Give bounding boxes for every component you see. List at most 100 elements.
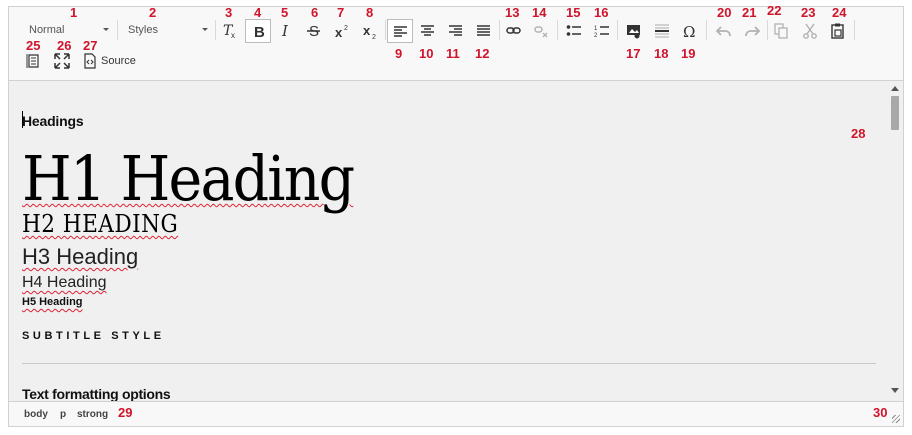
subscript-button[interactable]: x2 <box>357 19 383 43</box>
styles-dropdown-value: Styles <box>128 24 158 36</box>
editor-toolbar: Normal Styles Tx B I S x2 x 2 1 2 Ω Sour… <box>9 3 903 81</box>
marker-label: 12 <box>475 46 490 61</box>
svg-text:x: x <box>231 31 235 39</box>
marker-label: 14 <box>532 5 547 20</box>
section-heading: Headings <box>22 113 84 129</box>
marker-label: 11 <box>446 46 460 61</box>
marker-label: 19 <box>681 46 696 61</box>
strikethrough-button[interactable]: S <box>301 19 327 43</box>
justify-button[interactable] <box>471 19 497 43</box>
copy-button[interactable] <box>769 19 795 43</box>
path-item-strong[interactable]: strong <box>77 409 108 420</box>
scroll-up-icon[interactable] <box>891 86 899 91</box>
svg-text:2: 2 <box>344 25 348 32</box>
superscript-icon: x2 <box>335 25 348 39</box>
h1-heading-text: H1 Heading <box>22 142 355 215</box>
marker-label: 27 <box>83 38 98 53</box>
cut-button[interactable] <box>797 19 823 43</box>
resize-handle-icon[interactable] <box>892 415 900 423</box>
text-formatting-heading: Text formatting options <box>22 386 171 401</box>
show-blocks-icon <box>26 54 39 68</box>
justify-icon <box>477 25 490 36</box>
marker-label: 15 <box>566 5 581 20</box>
marker-label: 23 <box>801 5 816 20</box>
marker-label: 2 <box>149 5 157 20</box>
editor-content[interactable]: Headings H1 Heading H2 HEADING H3 Headin… <box>9 82 903 401</box>
marker-label: 29 <box>118 405 133 420</box>
marker-label: 24 <box>832 5 847 20</box>
unlink-button[interactable] <box>529 19 555 43</box>
strikethrough-icon: S <box>307 23 320 39</box>
svg-text:I: I <box>281 23 289 39</box>
align-right-button[interactable] <box>443 19 469 43</box>
svg-text:B: B <box>254 24 265 40</box>
redo-button[interactable] <box>739 19 765 43</box>
align-right-icon <box>449 25 462 36</box>
marker-label: 3 <box>225 5 233 20</box>
bold-button[interactable]: B <box>245 19 271 43</box>
marker-label: 13 <box>505 5 520 20</box>
remove-format-button[interactable]: Tx <box>217 19 243 43</box>
italic-button[interactable]: I <box>273 19 299 43</box>
subscript-icon: x2 <box>363 23 376 39</box>
chevron-down-icon <box>103 28 109 31</box>
superscript-button[interactable]: x2 <box>329 19 355 43</box>
unlink-icon <box>534 26 548 38</box>
image-icon <box>627 25 640 39</box>
horizontal-divider <box>22 363 876 364</box>
paste-button[interactable] <box>825 19 851 43</box>
align-center-button[interactable] <box>415 19 441 43</box>
toolbar-separator <box>117 20 118 40</box>
marker-label: 8 <box>366 5 374 20</box>
path-item-body[interactable]: body <box>24 409 48 420</box>
h4-heading: H4 Heading <box>22 274 107 292</box>
toolbar-separator <box>854 20 855 40</box>
horizontal-line-button[interactable] <box>649 19 675 43</box>
h3-heading-text: H3 Heading <box>22 244 139 269</box>
marker-label: 20 <box>717 5 732 20</box>
marker-label: 21 <box>742 5 757 20</box>
bulleted-list-icon <box>566 25 581 36</box>
h3-heading: H3 Heading <box>22 244 138 270</box>
vertical-scrollbar[interactable] <box>887 82 903 401</box>
scissors-icon <box>803 23 817 39</box>
marker-label: 26 <box>57 38 72 53</box>
toolbar-separator <box>499 20 500 40</box>
align-left-button[interactable] <box>387 19 413 43</box>
horizontal-line-icon <box>655 24 669 38</box>
path-item-p[interactable]: p <box>60 409 66 420</box>
subtitle-style: SUBTITLE STYLE <box>22 330 165 342</box>
toolbar-separator <box>767 20 768 40</box>
link-button[interactable] <box>501 19 527 43</box>
marker-label: 10 <box>419 46 434 61</box>
marker-label: 5 <box>281 5 289 20</box>
omega-icon: Ω <box>683 23 695 39</box>
insert-image-button[interactable] <box>621 19 647 43</box>
source-button-label: Source <box>101 55 136 67</box>
marker-label: 25 <box>26 38 41 53</box>
chevron-down-icon <box>202 28 208 31</box>
toolbar-separator <box>215 20 216 40</box>
numbered-list-icon: 12 <box>594 26 609 39</box>
align-left-icon <box>394 26 407 37</box>
undo-button[interactable] <box>711 19 737 43</box>
numbered-list-button[interactable]: 12 <box>589 19 615 43</box>
format-dropdown-value: Normal <box>29 24 65 36</box>
marker-label: 22 <box>767 3 782 18</box>
marker-label: 9 <box>395 46 403 61</box>
align-center-icon <box>421 25 434 36</box>
svg-text:2: 2 <box>372 34 376 39</box>
marker-label: 28 <box>851 126 866 141</box>
copy-icon <box>774 23 788 39</box>
toolbar-separator <box>385 20 386 40</box>
h1-heading: H1 Heading <box>22 148 355 210</box>
scrollbar-thumb[interactable] <box>891 96 899 130</box>
special-character-button[interactable]: Ω <box>677 19 703 43</box>
marker-label: 6 <box>311 5 319 20</box>
rich-text-editor: Normal Styles Tx B I S x2 x 2 1 2 Ω Sour… <box>8 3 904 427</box>
toolbar-separator <box>706 20 707 40</box>
marker-label: 1 <box>70 5 78 20</box>
styles-dropdown[interactable]: Styles <box>122 19 212 41</box>
bulleted-list-button[interactable] <box>561 19 587 43</box>
scroll-down-icon[interactable] <box>891 388 899 393</box>
